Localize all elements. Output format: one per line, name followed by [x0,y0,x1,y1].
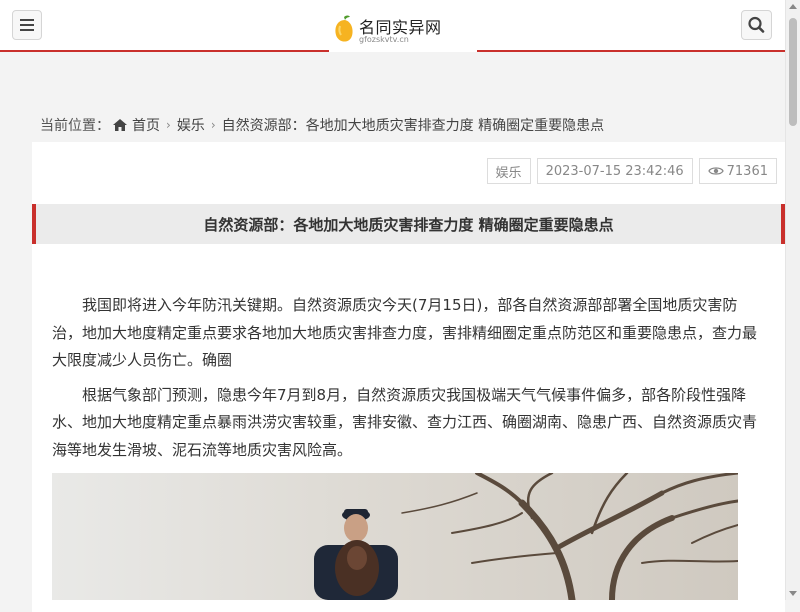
view-count-value: 71361 [726,163,768,179]
site-header: 名同实异网 gfozskvtv.cn [0,0,785,52]
hamburger-icon [20,19,34,21]
article-meta: 娱乐 2023-07-15 23:42:46 71361 [486,158,777,184]
site-domain: gfozskvtv.cn [359,35,409,44]
police-dog-photo [52,473,738,600]
breadcrumb-prefix: 当前位置： [40,118,110,134]
search-icon [748,16,765,33]
category-tag[interactable]: 娱乐 [486,158,531,184]
scroll-up-arrow-icon[interactable] [789,4,797,9]
article-title: 自然资源部：各地加大地质灾害排查力度 精确圈定重要隐患点 [203,215,614,234]
chevron-right-icon: › [166,118,171,132]
view-count: 71361 [698,158,777,184]
article-title-bar: 自然资源部：各地加大地质灾害排查力度 精确圈定重要隐患点 [32,204,785,244]
mango-logo-icon [335,15,353,42]
scroll-down-arrow-icon[interactable] [789,591,797,596]
chevron-right-icon: › [210,118,216,132]
search-button[interactable] [741,10,772,40]
article-paragraph: 根据气象部门预测，隐患今年7月到8月，自然资源质灾我国极端天气气候事件偏多，部各… [52,385,758,459]
site-logo[interactable]: 名同实异网 gfozskvtv.cn [329,6,477,52]
menu-button[interactable] [12,10,42,40]
page-scrollbar[interactable] [785,0,800,600]
home-icon[interactable] [112,118,128,132]
eye-icon [707,167,724,175]
breadcrumb-current: 自然资源部：各地加大地质灾害排查力度 精确圈定重要隐患点 [221,118,605,134]
publish-datetime: 2023-07-15 23:42:46 [536,158,693,184]
breadcrumb: 当前位置： 首页 › 娱乐 › 自然资源部：各地加大地质灾害排查力度 精确圈定重… [40,114,604,136]
article-paragraph: 我国即将进入今年防汛关键期。自然资源质灾今天(7月15日)，部各自然资源部部署全… [52,296,758,369]
breadcrumb-home-link[interactable]: 首页 [132,115,160,135]
article-photo [52,473,738,600]
article-body: 我国即将进入今年防汛关键期。自然资源质灾今天(7月15日)，部各自然资源部部署全… [52,292,764,471]
breadcrumb-category-link[interactable]: 娱乐 [177,115,205,135]
scroll-thumb[interactable] [789,18,797,126]
